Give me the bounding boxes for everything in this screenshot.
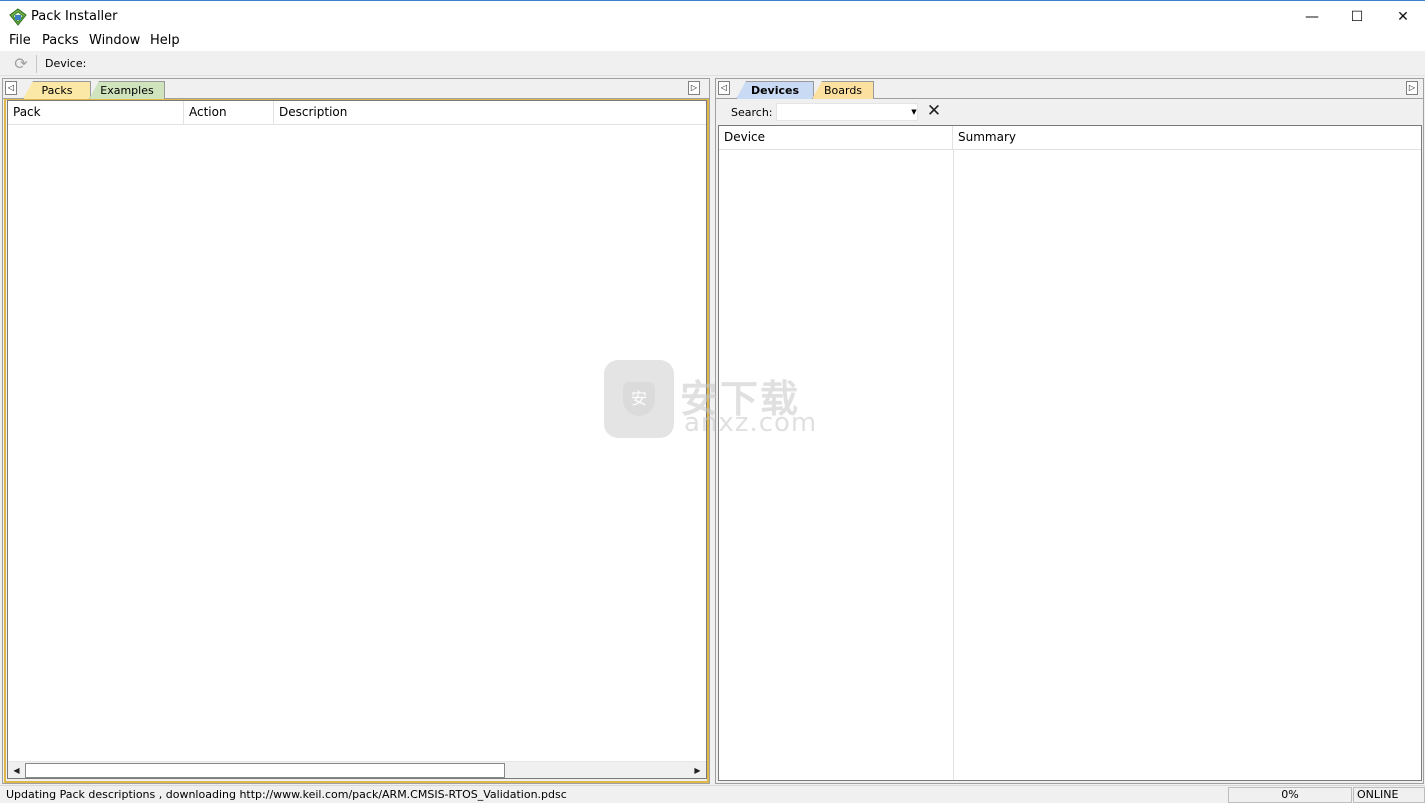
window-title: Pack Installer <box>31 9 118 24</box>
clear-search-icon[interactable]: ✕ <box>926 101 942 121</box>
progress-indicator: 0% <box>1228 787 1352 803</box>
column-divider <box>953 150 954 780</box>
menu-packs[interactable]: Packs <box>42 33 79 48</box>
right-tab-scroll-right-button[interactable]: ▷ <box>1406 81 1418 95</box>
minimize-button[interactable]: — <box>1289 1 1335 32</box>
packs-content-frame: Pack Action Description ◀ ▶ <box>4 99 709 783</box>
column-header-action[interactable]: Action <box>184 101 274 125</box>
watermark-text-en: anxz.com <box>684 408 818 438</box>
menu-bar: File Packs Window Help <box>0 32 1425 51</box>
toolbar: ⟳ Device: <box>0 52 1425 76</box>
search-input[interactable] <box>776 103 918 121</box>
watermark-bag-icon: 安 <box>604 360 674 438</box>
left-tabstrip: ◁ Packs Examples ▷ <box>3 79 709 99</box>
devices-pane: ◁ Devices Boards ▷ Search: ▼ ✕ Device Su… <box>715 78 1424 784</box>
status-message: Updating Pack descriptions , downloading… <box>6 788 567 801</box>
tab-devices[interactable]: Devices <box>736 81 814 99</box>
column-header-summary[interactable]: Summary <box>953 126 1421 150</box>
maximize-button[interactable]: ☐ <box>1334 1 1380 32</box>
devices-list[interactable]: Device Summary <box>718 125 1422 781</box>
tab-boards[interactable]: Boards <box>812 81 874 99</box>
right-tabstrip: ◁ Devices Boards ▷ <box>716 79 1423 99</box>
menu-window[interactable]: Window <box>89 33 140 48</box>
scroll-left-arrow-icon[interactable]: ◀ <box>8 762 25 779</box>
device-label: Device: <box>45 57 87 70</box>
left-tab-scroll-right-button[interactable]: ▷ <box>688 81 700 95</box>
search-label: Search: <box>731 106 773 119</box>
search-dropdown-icon[interactable]: ▼ <box>909 104 919 120</box>
pack-installer-icon <box>9 8 27 26</box>
watermark-shield-icon: 安 <box>623 382 655 416</box>
connection-mode: ONLINE <box>1353 787 1425 803</box>
close-button[interactable]: ✕ <box>1380 1 1425 32</box>
right-tab-scroll-left-button[interactable]: ◁ <box>718 81 730 95</box>
packs-list[interactable]: Pack Action Description ◀ ▶ <box>7 100 707 779</box>
left-tab-scroll-left-button[interactable]: ◁ <box>5 81 17 95</box>
watermark: 安 安下载 anxz.com <box>604 360 819 440</box>
column-header-device[interactable]: Device <box>719 126 953 150</box>
scrollbar-thumb[interactable] <box>25 763 505 778</box>
tab-packs[interactable]: Packs <box>23 81 91 99</box>
tab-examples[interactable]: Examples <box>89 81 165 99</box>
refresh-icon[interactable]: ⟳ <box>12 55 30 73</box>
column-header-description[interactable]: Description <box>274 101 706 125</box>
toolbar-separator <box>36 55 37 73</box>
menu-help[interactable]: Help <box>150 33 180 48</box>
title-bar: Pack Installer — ☐ ✕ <box>0 0 1425 32</box>
scroll-right-arrow-icon[interactable]: ▶ <box>689 762 706 779</box>
column-header-pack[interactable]: Pack <box>8 101 184 125</box>
status-bar: Updating Pack descriptions , downloading… <box>0 785 1425 803</box>
packs-horizontal-scrollbar[interactable]: ◀ ▶ <box>8 761 706 778</box>
menu-file[interactable]: File <box>9 33 31 48</box>
